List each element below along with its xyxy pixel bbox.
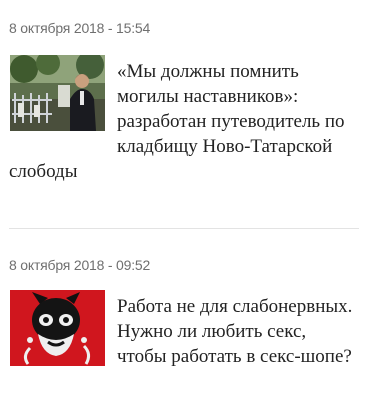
news-headline-link[interactable]: Работа не для слабонервных. Нужно ли люб… <box>9 294 359 370</box>
news-date: 8 октября 2018 - 15:54 <box>9 20 151 36</box>
news-divider <box>9 228 359 229</box>
thumbnail-text-wrap-spacer <box>9 59 117 135</box>
news-date: 8 октября 2018 - 09:52 <box>9 257 151 273</box>
news-headline-text: Работа не для слабонервных. Нужно ли люб… <box>117 296 353 367</box>
news-headline-link[interactable]: «Мы должны помнить могилы наставников»: … <box>9 59 359 184</box>
thumbnail-text-wrap-spacer <box>9 294 117 370</box>
